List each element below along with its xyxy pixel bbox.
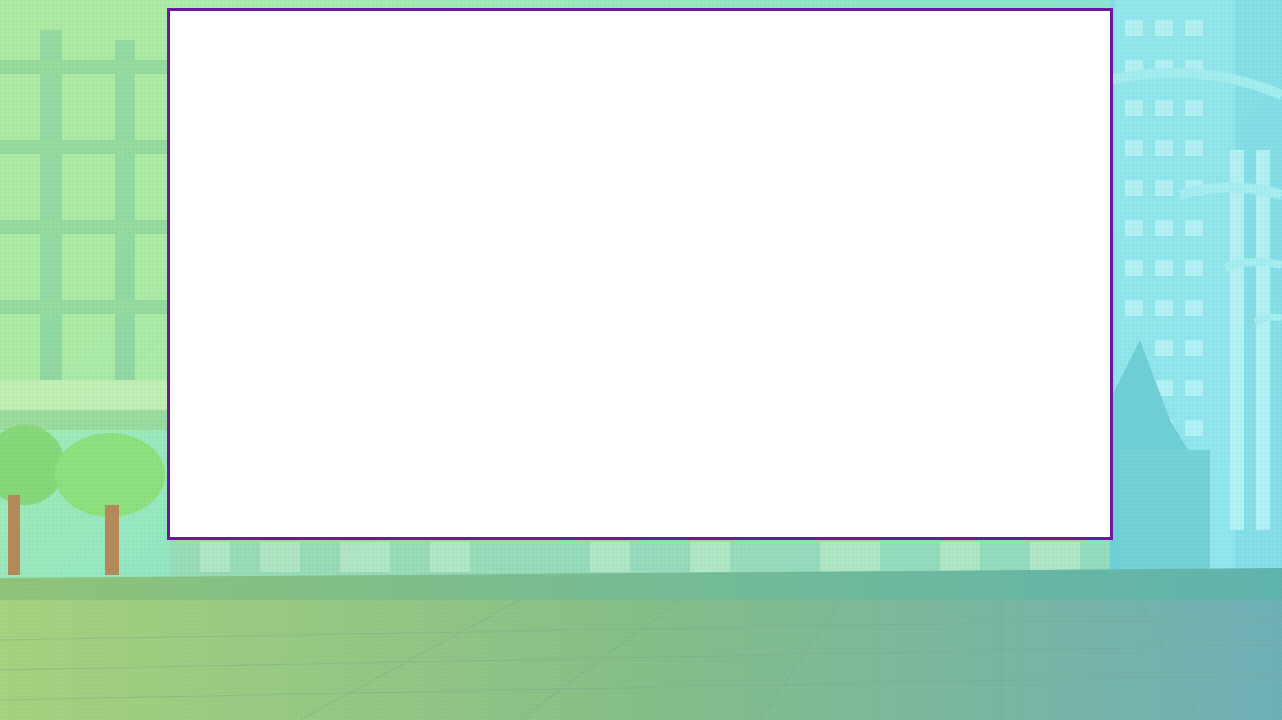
game-stage: [0, 0, 1282, 720]
content-panel: [167, 8, 1113, 540]
